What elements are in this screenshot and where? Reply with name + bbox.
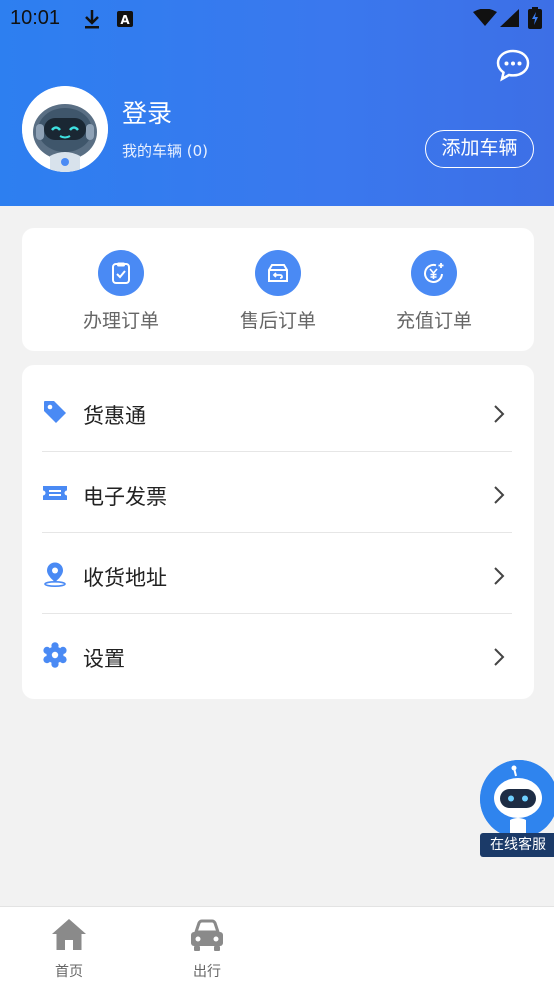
home-icon	[52, 919, 86, 950]
order-label: 售后订单	[239, 310, 316, 332]
return-box-icon	[255, 250, 301, 296]
yen-refresh-icon	[411, 250, 457, 296]
cs-label: 在线客服	[480, 833, 554, 857]
svg-text:A: A	[120, 13, 130, 27]
online-customer-service[interactable]: 在线客服	[478, 760, 554, 860]
tab-label: 出行	[193, 964, 221, 980]
chevron-right-icon	[494, 405, 505, 423]
cs-robot-icon	[480, 760, 554, 838]
wifi-icon	[473, 9, 497, 26]
menu-item-label: 设置	[83, 647, 125, 671]
my-vehicles-count[interactable]: 我的车辆 (0)	[122, 140, 208, 161]
gear-icon	[43, 642, 67, 668]
tag-icon	[44, 401, 66, 423]
message-icon[interactable]	[495, 48, 531, 82]
order-item-aftersale[interactable]: 售后订单	[223, 250, 333, 333]
chevron-right-icon	[494, 567, 505, 585]
order-label: 办理订单	[82, 310, 159, 332]
battery-icon	[528, 7, 542, 29]
location-pin-icon	[44, 562, 66, 587]
chevron-right-icon	[494, 486, 505, 504]
order-item-handle[interactable]: 办理订单	[66, 250, 176, 333]
app-notification-icon: A	[117, 11, 133, 27]
menu-item-address[interactable]: 收货地址	[22, 533, 534, 614]
clipboard-check-icon	[98, 250, 144, 296]
profile-header: 10:01 A 登录 我的车辆 (0) 添加车辆	[0, 0, 554, 206]
status-bar: 10:01 A	[0, 0, 554, 38]
robot-avatar-icon	[22, 86, 108, 172]
bottom-tab-bar: 首页 出行	[0, 906, 554, 984]
tab-home[interactable]: 首页	[34, 915, 104, 981]
signal-icon	[500, 9, 519, 27]
menu-item-settings[interactable]: 设置	[22, 614, 534, 695]
tab-label: 首页	[55, 964, 83, 980]
order-item-recharge[interactable]: 充值订单	[379, 250, 489, 333]
add-vehicle-button[interactable]: 添加车辆	[425, 130, 534, 168]
car-icon	[191, 919, 223, 951]
ticket-icon	[43, 486, 67, 500]
tab-travel[interactable]: 出行	[172, 915, 242, 981]
menu-item-huohuitong[interactable]: 货惠通	[22, 371, 534, 452]
menu-item-label: 货惠通	[83, 404, 146, 428]
menu-item-invoice[interactable]: 电子发票	[22, 452, 534, 533]
order-label: 充值订单	[395, 310, 472, 332]
menu-card: 货惠通 电子发票 收货地址 设置	[22, 365, 534, 699]
menu-item-label: 电子发票	[83, 485, 167, 509]
chevron-right-icon	[494, 648, 505, 666]
status-time: 10:01	[10, 7, 61, 29]
orders-card: 办理订单 售后订单 充值订单	[22, 228, 534, 351]
download-icon	[85, 10, 99, 29]
menu-item-label: 收货地址	[83, 566, 167, 590]
login-title[interactable]: 登录	[122, 94, 172, 130]
avatar[interactable]	[22, 86, 108, 172]
